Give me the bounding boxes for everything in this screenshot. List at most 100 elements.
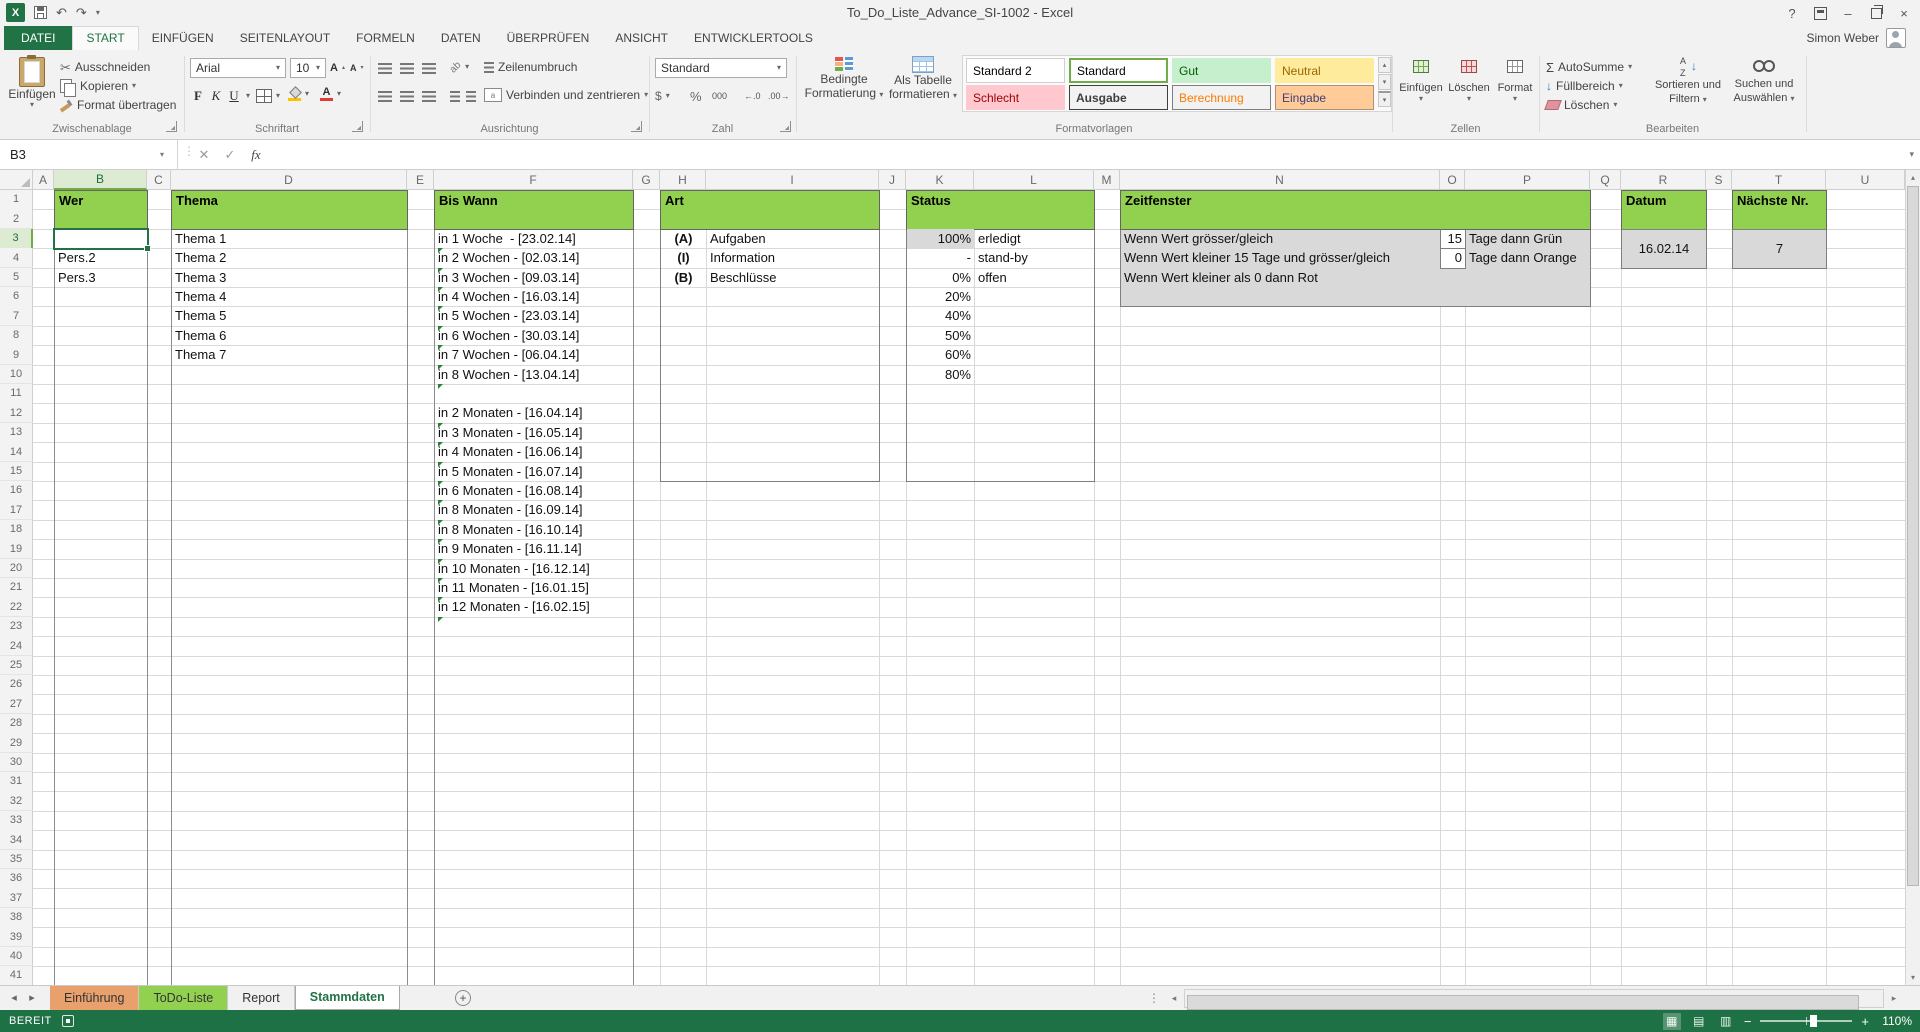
cell-B5[interactable]: Pers.3 xyxy=(55,268,147,287)
ribbon-tab-seitenlayout[interactable]: SEITENLAYOUT xyxy=(227,26,343,50)
new-sheet-button[interactable]: + xyxy=(455,990,471,1006)
column-header-G[interactable]: G xyxy=(633,170,660,190)
sheet-nav-right-icon[interactable]: ▸ xyxy=(24,986,40,1010)
merged-cell-T3[interactable]: 7 xyxy=(1732,229,1827,269)
format-cells-button[interactable]: Format ▾ xyxy=(1494,56,1536,118)
cell-K10[interactable]: 80% xyxy=(907,365,974,384)
column-header-R[interactable]: R xyxy=(1621,170,1706,190)
horizontal-scrollbar[interactable] xyxy=(1184,989,1884,1008)
cell-D7[interactable]: Thema 5 xyxy=(172,306,407,325)
wrap-text-button[interactable]: Zeilenumbruch xyxy=(484,58,577,76)
row-header-36[interactable]: 36 xyxy=(0,869,33,889)
cell-K7[interactable]: 40% xyxy=(907,306,974,325)
undo-icon[interactable]: ↶ xyxy=(56,6,67,19)
row-header-20[interactable]: 20 xyxy=(0,559,33,579)
row-header-30[interactable]: 30 xyxy=(0,753,33,773)
column-header-J[interactable]: J xyxy=(879,170,906,190)
cell-F21[interactable]: in 11 Monaten - [16.01.15] xyxy=(435,578,633,597)
cell-N3[interactable]: Wenn Wert grösser/gleich xyxy=(1121,229,1440,248)
cell-P4[interactable]: Tage dann Orange xyxy=(1466,248,1590,267)
cell-N4[interactable]: Wenn Wert kleiner 15 Tage und grösser/gl… xyxy=(1121,248,1440,267)
vertical-scrollbar[interactable]: ▴ ▾ xyxy=(1905,170,1920,985)
cell-K5[interactable]: 0% xyxy=(907,268,974,287)
align-center-button[interactable] xyxy=(400,87,414,105)
row-header-15[interactable]: 15 xyxy=(0,462,33,482)
normal-view-icon[interactable]: ▦ xyxy=(1663,1013,1681,1030)
row-header-37[interactable]: 37 xyxy=(0,888,33,908)
ribbon-display-options-button[interactable] xyxy=(1806,0,1834,26)
cell-F6[interactable]: in 4 Wochen - [16.03.14] xyxy=(435,287,633,306)
font-dialog-launcher[interactable] xyxy=(352,121,363,132)
ribbon-tab-ansicht[interactable]: ANSICHT xyxy=(602,26,681,50)
row-header-41[interactable]: 41 xyxy=(0,966,33,986)
scroll-down-button[interactable]: ▾ xyxy=(1906,970,1920,985)
font-color-button[interactable]: A ▾ xyxy=(320,85,341,103)
alignment-dialog-launcher[interactable] xyxy=(631,121,642,132)
row-header-23[interactable]: 23 xyxy=(0,617,33,637)
cancel-button[interactable]: ✕ xyxy=(192,140,216,169)
cell-F18[interactable]: in 8 Monaten - [16.10.14] xyxy=(435,520,633,539)
merge-center-button[interactable]: a Verbinden und zentrieren ▾ xyxy=(484,86,648,104)
row-header-24[interactable]: 24 xyxy=(0,636,33,656)
expand-formula-bar-icon[interactable]: ▾ xyxy=(1909,140,1914,169)
column-header-F[interactable]: F xyxy=(434,170,633,190)
column-header-K[interactable]: K xyxy=(906,170,974,190)
page-break-view-icon[interactable]: ▥ xyxy=(1717,1013,1735,1030)
cell-P3[interactable]: Tage dann Grün xyxy=(1466,229,1590,248)
hscroll-right-button[interactable]: ▸ xyxy=(1886,989,1902,1008)
column-header-I[interactable]: I xyxy=(706,170,879,190)
cell-D3[interactable]: Thema 1 xyxy=(172,229,407,248)
increase-indent-button[interactable] xyxy=(466,87,476,105)
column-header-B[interactable]: B xyxy=(54,170,147,190)
cell-F9[interactable]: in 7 Wochen - [06.04.14] xyxy=(435,345,633,364)
cut-button[interactable]: ✂ Ausschneiden xyxy=(60,58,150,76)
grow-font-button[interactable]: A▴ xyxy=(330,59,345,77)
sheet-tab-stammdaten[interactable]: Stammdaten xyxy=(295,986,400,1010)
save-icon[interactable] xyxy=(34,6,47,19)
row-header-19[interactable]: 19 xyxy=(0,539,33,559)
minimize-button[interactable]: – xyxy=(1834,0,1862,26)
row-header-25[interactable]: 25 xyxy=(0,656,33,676)
cell-F4[interactable]: in 2 Wochen - [02.03.14] xyxy=(435,248,633,267)
column-header-S[interactable]: S xyxy=(1706,170,1732,190)
cell-D6[interactable]: Thema 4 xyxy=(172,287,407,306)
row-header-7[interactable]: 7 xyxy=(0,306,33,326)
fill-color-button[interactable]: ▾ xyxy=(288,85,309,103)
cell-F14[interactable]: in 4 Monaten - [16.06.14] xyxy=(435,442,633,461)
cell-D5[interactable]: Thema 3 xyxy=(172,268,407,287)
help-button[interactable]: ? xyxy=(1778,0,1806,26)
macro-record-icon[interactable] xyxy=(62,1015,74,1027)
excel-logo-icon[interactable]: X xyxy=(6,3,25,22)
format-painter-button[interactable]: Format übertragen xyxy=(60,96,176,114)
row-header-12[interactable]: 12 xyxy=(0,403,33,423)
cell-F3[interactable]: in 1 Woche - [23.02.14] xyxy=(435,229,633,248)
column-header-N[interactable]: N xyxy=(1120,170,1440,190)
column-header-A[interactable]: A xyxy=(33,170,54,190)
style-chip-eingabe[interactable]: Eingabe xyxy=(1275,85,1374,110)
find-select-button[interactable]: Suchen und Auswählen ▾ xyxy=(1728,56,1800,118)
enter-button[interactable]: ✓ xyxy=(218,140,242,169)
align-right-button[interactable] xyxy=(422,87,436,105)
underline-button[interactable]: U▾ xyxy=(226,87,250,105)
row-header-3[interactable]: 3 xyxy=(0,229,33,249)
row-header-27[interactable]: 27 xyxy=(0,694,33,714)
cell-K4[interactable]: - xyxy=(907,248,974,267)
cell-F15[interactable]: in 5 Monaten - [16.07.14] xyxy=(435,462,633,481)
row-header-26[interactable]: 26 xyxy=(0,675,33,695)
row-header-39[interactable]: 39 xyxy=(0,927,33,947)
column-header-P[interactable]: P xyxy=(1465,170,1590,190)
cell-F7[interactable]: in 5 Wochen - [23.03.14] xyxy=(435,306,633,325)
row-header-4[interactable]: 4 xyxy=(0,248,33,268)
cell-F16[interactable]: in 6 Monaten - [16.08.14] xyxy=(435,481,633,500)
column-header-E[interactable]: E xyxy=(407,170,434,190)
cell-D4[interactable]: Thema 2 xyxy=(172,248,407,267)
ribbon-tab-einfügen[interactable]: EINFÜGEN xyxy=(139,26,227,50)
ribbon-tab-daten[interactable]: DATEN xyxy=(428,26,494,50)
column-header-U[interactable]: U xyxy=(1826,170,1905,190)
user-account[interactable]: Simon Weber xyxy=(1807,26,1906,50)
cell-I3[interactable]: Aufgaben xyxy=(707,229,879,248)
percent-format-button[interactable]: % xyxy=(690,87,702,105)
worksheet-grid[interactable]: ABCDEFGHIJKLMNOPQRSTU1234567891011121314… xyxy=(0,170,1905,986)
restore-button[interactable] xyxy=(1862,0,1890,26)
fill-handle[interactable] xyxy=(144,245,151,252)
